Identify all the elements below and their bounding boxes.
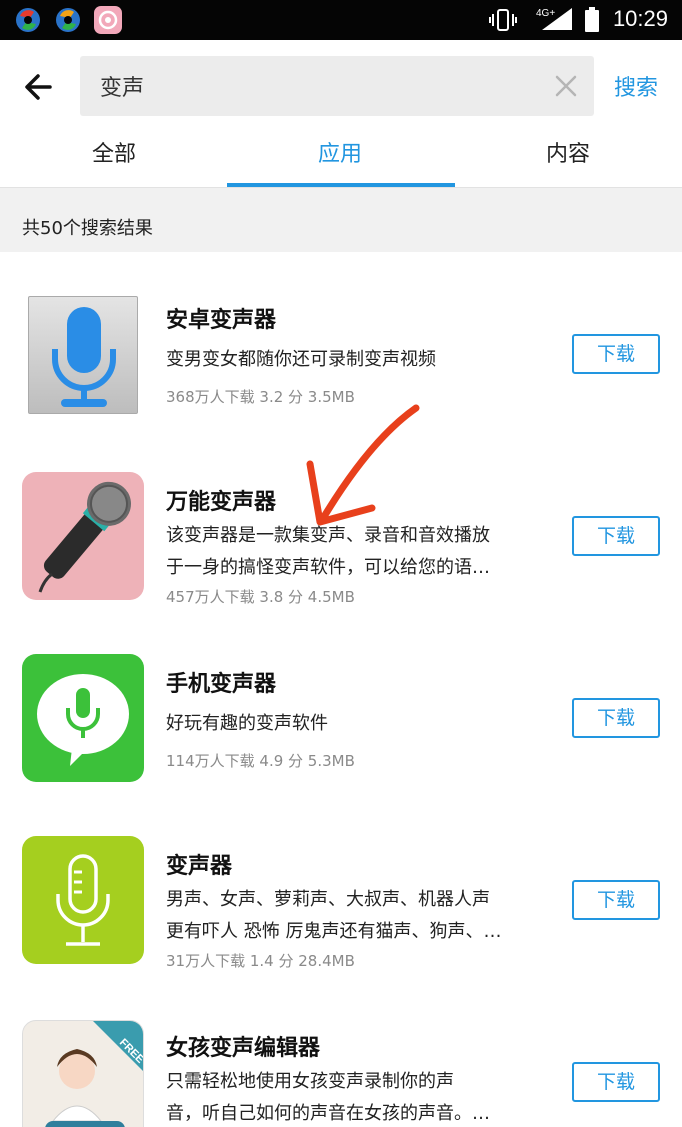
app-description: 好玩有趣的变声软件 [166,708,536,740]
list-item[interactable]: 手机变声器 好玩有趣的变声软件 114万人下载 4.9 分 5.3MB 下载 [0,616,682,798]
list-item[interactable]: 万能变声器 该变声器是一款集变声、录音和音效播放 于一身的搞怪变声软件，可以给您… [0,434,682,616]
app-description-line: 更有吓人 恐怖 厉鬼声还有猫声、狗声、… [166,921,502,942]
app-name: 女孩变声编辑器 [166,1036,321,1061]
app-name: 变声器 [166,854,233,879]
download-button[interactable]: 下载 [572,698,660,738]
battery-icon [584,7,600,37]
app-meta: 114万人下载 4.9 分 5.3MB [166,752,355,770]
app-description-line: 男声、女声、萝莉声、大叔声、机器人声 [166,889,490,910]
app-description-line: 好玩有趣的变声软件 [166,713,328,734]
app-name: 万能变声器 [166,490,277,515]
signal-icon: 4G+ [534,6,574,36]
clear-icon[interactable] [550,70,582,102]
list-item[interactable]: 安卓变声器 变男变女都随你还可录制变声视频 368万人下载 3.2 分 3.5M… [0,252,682,434]
back-arrow-icon[interactable] [18,70,58,104]
search-input[interactable]: 变声 [80,56,594,116]
karaoke-microphone-icon[interactable] [22,472,144,600]
girl-avatar-icon[interactable]: FREE [22,1020,144,1127]
app-name: 手机变声器 [166,672,277,697]
app-meta: 457万人下载 3.8 分 4.5MB [166,588,355,606]
list-item[interactable]: FREE 女孩变声编辑器 只需轻松地使用女孩变声录制你的声 音，听自己如何的声音… [0,980,682,1127]
app-description: 变男变女都随你还可录制变声视频 [166,344,536,376]
download-button[interactable]: 下载 [572,880,660,920]
chat-bubble-microphone-icon[interactable] [22,654,144,782]
app-meta: 368万人下载 3.2 分 3.5MB [166,388,355,406]
app-description-line: 于一身的搞怪变声软件，可以给您的语… [166,557,490,578]
search-button[interactable]: 搜索 [614,70,658,102]
result-count-bar: 共50个搜索结果 [0,188,682,252]
app-notification-icon-1 [14,6,42,34]
microphone-outline-icon[interactable] [22,836,144,964]
download-button[interactable]: 下载 [572,1062,660,1102]
tab-all[interactable]: 全部 [92,136,136,168]
search-query-text: 变声 [100,76,145,101]
app-description: 男声、女声、萝莉声、大叔声、机器人声 更有吓人 恐怖 厉鬼声还有猫声、狗声、… [166,884,536,948]
result-count-text: 共50个搜索结果 [22,218,153,239]
vibrate-icon [488,8,518,36]
download-button[interactable]: 下载 [572,516,660,556]
tab-content[interactable]: 内容 [546,136,590,168]
app-notification-icon-2 [54,6,82,34]
status-bar: 4G+ 10:29 [0,0,682,40]
app-meta: 31万人下载 1.4 分 28.4MB [166,952,355,970]
app-name: 安卓变声器 [166,308,277,333]
tab-apps[interactable]: 应用 [318,136,362,168]
app-description-line: 该变声器是一款集变声、录音和音效播放 [166,525,490,546]
active-tab-indicator [227,183,455,187]
app-notification-icon-3 [94,6,122,34]
app-description: 该变声器是一款集变声、录音和音效播放 于一身的搞怪变声软件，可以给您的语… [166,520,536,584]
status-time: 10:29 [612,6,668,31]
list-item[interactable]: 变声器 男声、女声、萝莉声、大叔声、机器人声 更有吓人 恐怖 厉鬼声还有猫声、狗… [0,798,682,980]
download-button[interactable]: 下载 [572,334,660,374]
app-description-line: 只需轻松地使用女孩变声录制你的声 [166,1071,454,1092]
app-description-line: 音，听自己如何的声音在女孩的声音。… [166,1103,490,1124]
app-description: 只需轻松地使用女孩变声录制你的声 音，听自己如何的声音在女孩的声音。… [166,1066,536,1127]
microphone-icon[interactable] [28,296,138,414]
search-header: 变声 搜索 全部 应用 内容 [0,40,682,188]
svg-text:4G+: 4G+ [536,8,555,19]
app-description-line: 变男变女都随你还可录制变声视频 [166,349,436,370]
